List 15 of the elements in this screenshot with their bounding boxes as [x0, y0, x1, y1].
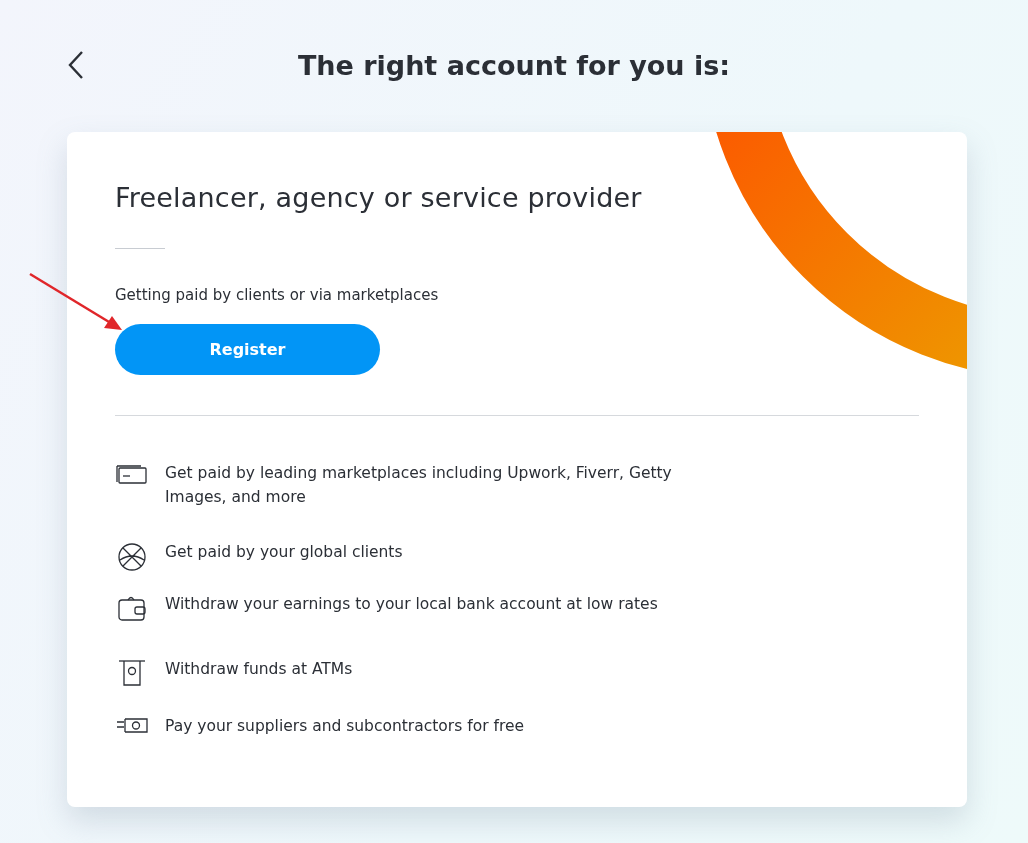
cash-icon — [116, 716, 148, 734]
card-title: Freelancer, agency or service provider — [115, 181, 643, 215]
atm-icon — [118, 659, 146, 687]
feature-text: Get paid by your global clients — [165, 542, 403, 563]
wallet-icon — [117, 594, 147, 622]
register-button[interactable]: Register — [115, 324, 380, 375]
feature-text: Pay your suppliers and subcontractors for free — [165, 716, 524, 737]
page-title: The right account for you is: — [296, 49, 732, 81]
globe-icon — [117, 542, 147, 572]
card-subtitle: Getting paid by clients or via marketplaces — [115, 285, 440, 305]
feature-text: Withdraw your earnings to your local bank account at low rates — [165, 594, 658, 615]
card-icon — [116, 463, 148, 485]
feature-text: Withdraw funds at ATMs — [165, 659, 353, 680]
feature-text: Get paid by leading marketplaces including Upwork, Fiverr, Getty Images, and more — [165, 463, 673, 508]
back-button[interactable] — [67, 50, 85, 80]
